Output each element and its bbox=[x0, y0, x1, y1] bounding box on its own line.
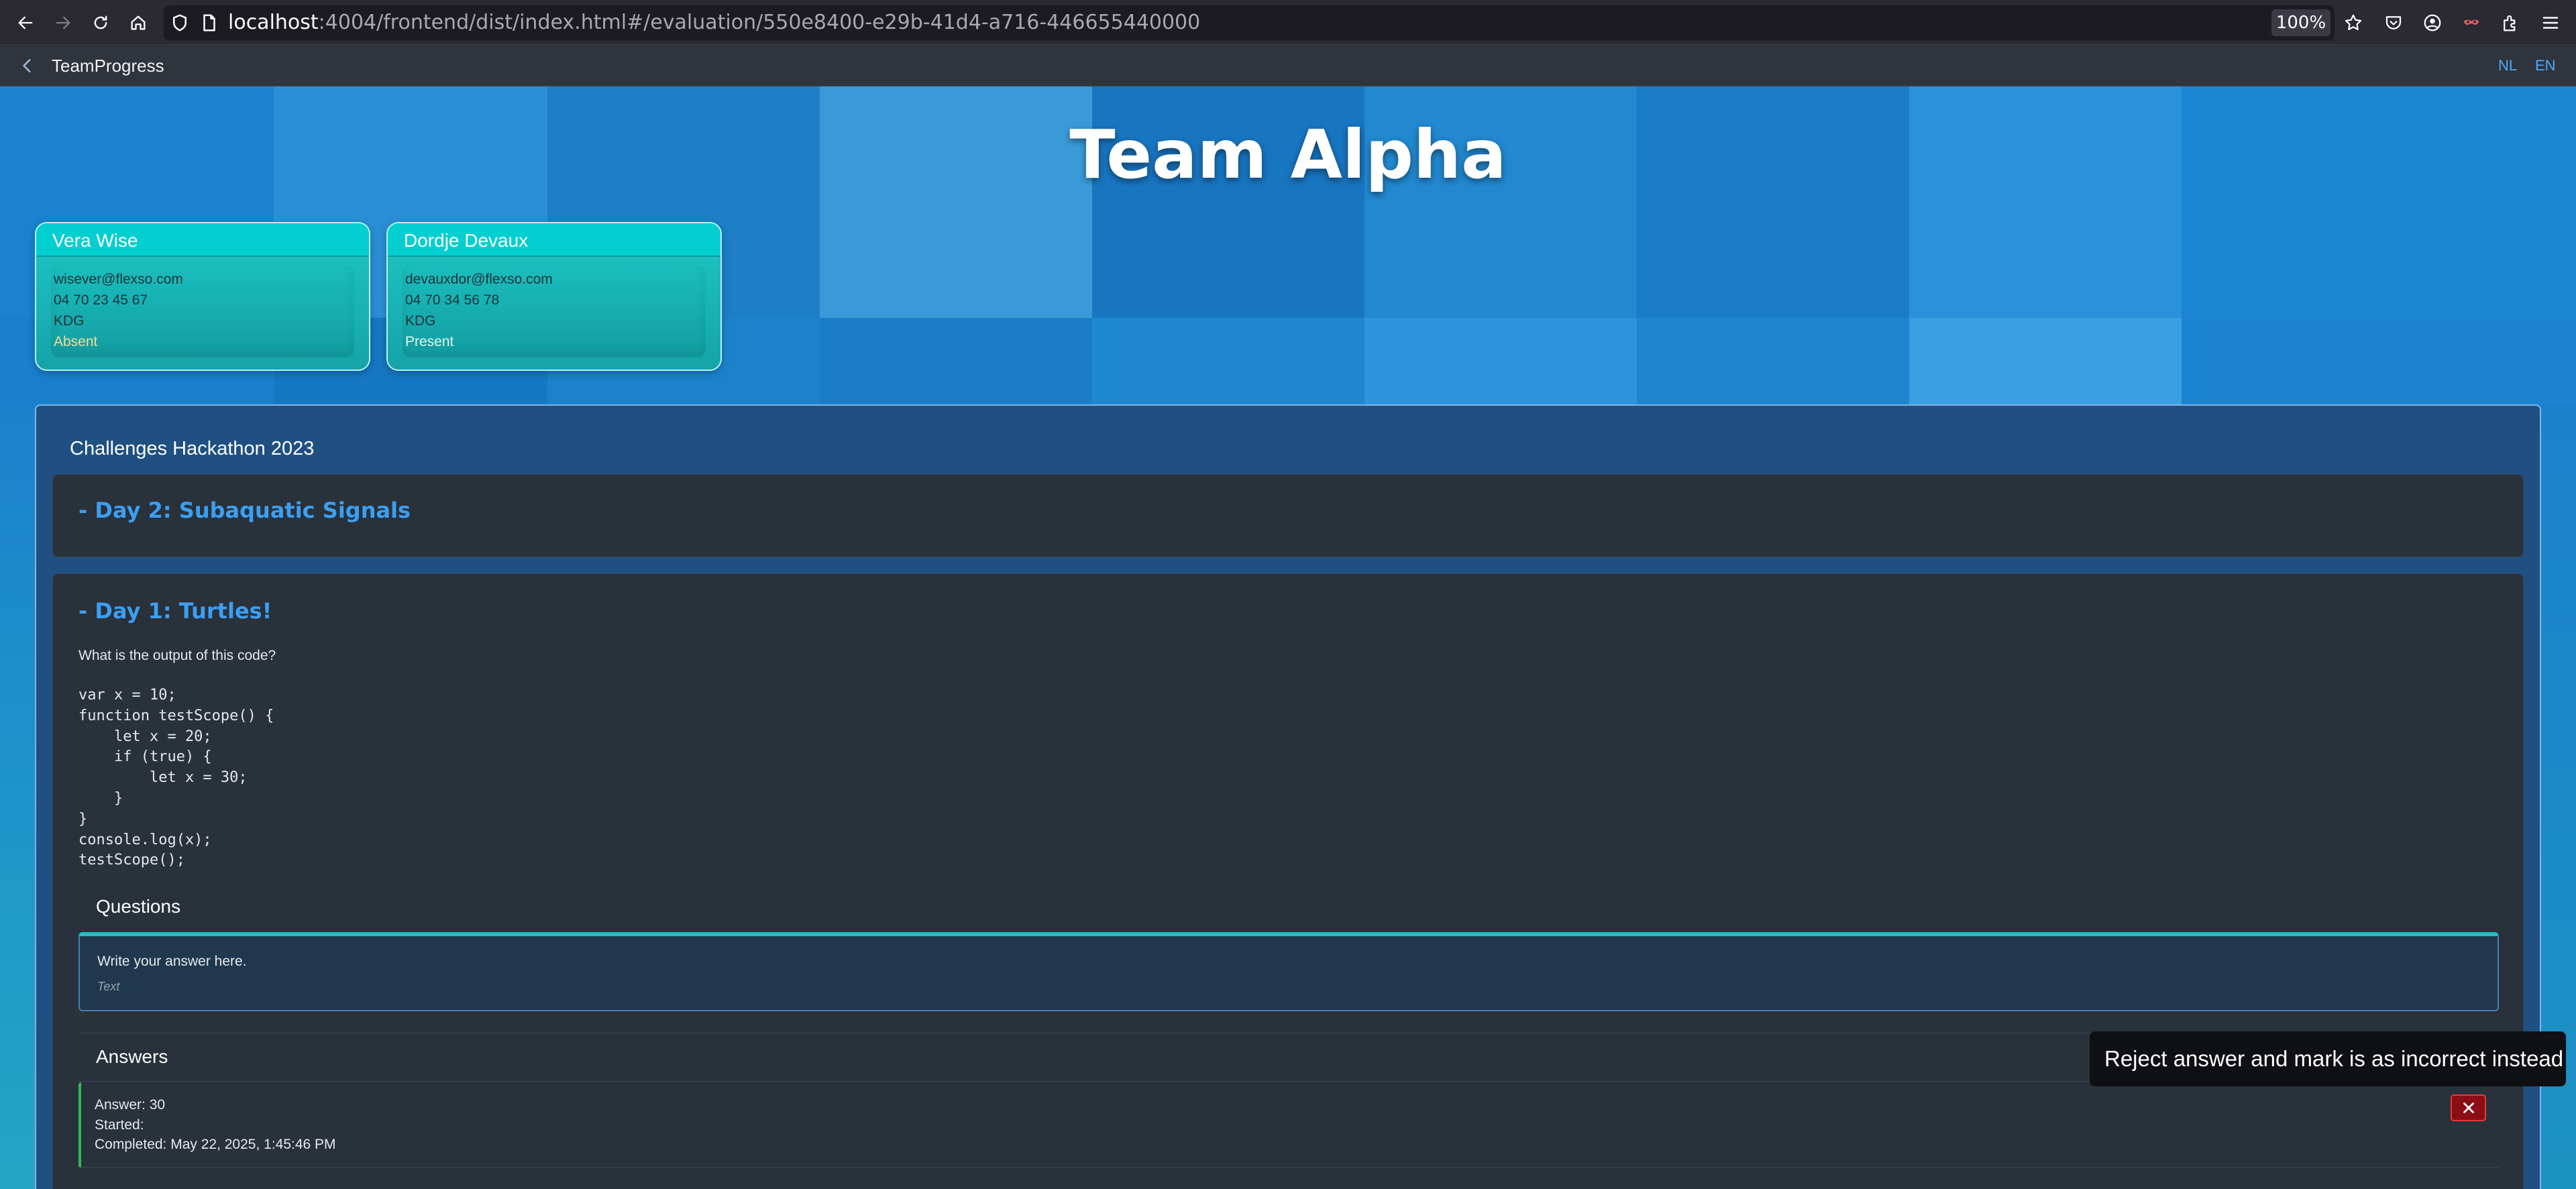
back-icon[interactable] bbox=[12, 9, 39, 36]
zoom-level[interactable]: 100% bbox=[2271, 9, 2330, 36]
member-card[interactable]: Dordje Devaux devauxdor@flexso.com 04 70… bbox=[386, 222, 722, 371]
divider bbox=[78, 1167, 2499, 1168]
close-icon bbox=[2463, 1102, 2474, 1113]
member-status: Present bbox=[405, 334, 454, 349]
home-icon[interactable] bbox=[125, 9, 152, 36]
app-title: TeamProgress bbox=[52, 56, 164, 76]
page-icon[interactable] bbox=[197, 11, 221, 35]
extension-mask-icon[interactable] bbox=[2459, 11, 2483, 35]
questions-heading: Questions bbox=[96, 896, 181, 917]
url-text[interactable]: localhost:4004/frontend/dist/index.html#… bbox=[228, 11, 1200, 34]
day-title-link[interactable]: - Day 1: Turtles! bbox=[78, 598, 272, 624]
reject-tooltip: Reject answer and mark is as incorrect i… bbox=[2090, 1031, 2566, 1086]
menu-icon[interactable] bbox=[2538, 11, 2563, 35]
team-title: Team Alpha bbox=[1069, 115, 1507, 194]
reload-icon[interactable] bbox=[87, 9, 114, 36]
language-en-link[interactable]: EN bbox=[2535, 57, 2556, 74]
answer-completed: Completed: May 22, 2025, 1:45:46 PM bbox=[95, 1137, 336, 1152]
member-status: Absent bbox=[54, 334, 98, 349]
member-organization: KDG bbox=[405, 313, 436, 329]
url-path: :4004/frontend/dist/index.html#/evaluati… bbox=[318, 11, 1201, 34]
day-card[interactable]: - Day 2: Subaquatic Signals bbox=[52, 474, 2524, 557]
browser-toolbar: localhost:4004/frontend/dist/index.html#… bbox=[0, 0, 2576, 45]
extensions-icon[interactable] bbox=[2498, 11, 2522, 35]
answer-value: Answer: 30 bbox=[95, 1097, 166, 1113]
question-text: What is the output of this code? bbox=[78, 648, 276, 663]
answers-heading: Answers bbox=[96, 1046, 168, 1067]
shield-icon[interactable] bbox=[168, 11, 192, 35]
day-title-link[interactable]: - Day 2: Subaquatic Signals bbox=[78, 498, 411, 523]
code-block: var x = 10; function testScope() { let x… bbox=[78, 687, 274, 869]
member-card[interactable]: Vera Wise wisever@flexso.com 04 70 23 45… bbox=[35, 222, 370, 371]
chevron-left-icon[interactable] bbox=[16, 54, 39, 77]
member-phone: 04 70 23 45 67 bbox=[54, 292, 148, 308]
answer-input[interactable]: Write your answer here. Text bbox=[78, 932, 2499, 1011]
member-email: devauxdor@flexso.com bbox=[405, 272, 553, 287]
member-details: devauxdor@flexso.com 04 70 34 56 78 KDG … bbox=[402, 265, 706, 357]
member-email: wisever@flexso.com bbox=[54, 272, 183, 287]
forward-icon[interactable] bbox=[50, 9, 76, 36]
member-name: Vera Wise bbox=[36, 223, 369, 257]
answer-started: Started: bbox=[95, 1117, 144, 1133]
url-bar[interactable]: localhost:4004/frontend/dist/index.html#… bbox=[164, 5, 2334, 40]
answer-list-item: Answer: 30 Started: Completed: May 22, 2… bbox=[78, 1082, 2499, 1168]
answer-type-label: Text bbox=[97, 980, 120, 993]
account-icon[interactable] bbox=[2420, 11, 2445, 35]
day-card: - Day 1: Turtles! What is the output of … bbox=[52, 573, 2524, 1189]
url-host: localhost bbox=[228, 11, 319, 34]
member-phone: 04 70 34 56 78 bbox=[405, 292, 500, 308]
bookmark-star-icon[interactable] bbox=[2341, 11, 2365, 35]
member-organization: KDG bbox=[54, 313, 85, 329]
language-nl-link[interactable]: NL bbox=[2498, 57, 2517, 74]
pocket-icon[interactable] bbox=[2381, 11, 2406, 35]
shell-bar: TeamProgress NL EN bbox=[0, 45, 2576, 87]
answer-placeholder: Write your answer here. bbox=[97, 954, 247, 969]
member-details: wisever@flexso.com 04 70 23 45 67 KDG Ab… bbox=[51, 265, 354, 357]
challenges-title: Challenges Hackathon 2023 bbox=[70, 438, 315, 459]
reject-answer-button[interactable] bbox=[2451, 1094, 2486, 1121]
member-name: Dordje Devaux bbox=[388, 223, 720, 257]
